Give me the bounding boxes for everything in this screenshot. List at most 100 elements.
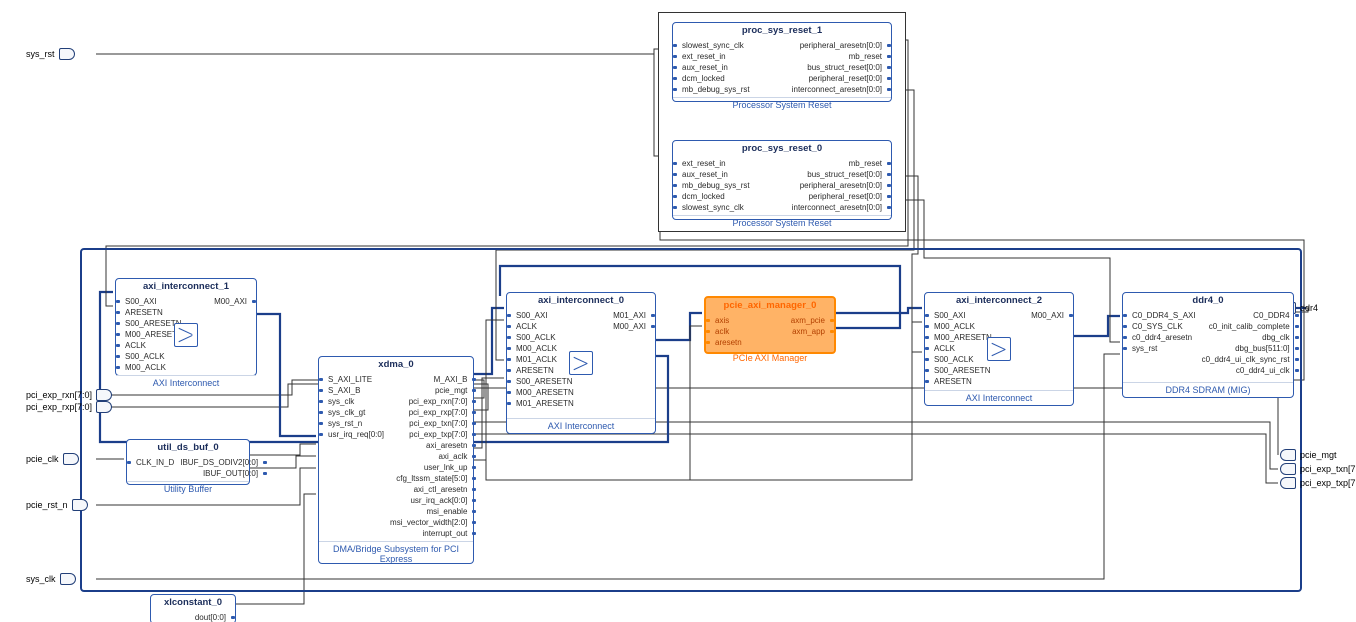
pin-in[interactable]: M01_ACLK <box>510 354 578 365</box>
pin-in[interactable]: ARESETN <box>510 365 578 376</box>
pin-in[interactable]: sys_rst_n <box>322 418 384 429</box>
pin-out[interactable]: M00_AXI <box>1031 310 1070 321</box>
pin-in[interactable]: dcm_locked <box>676 73 779 84</box>
pin-in[interactable]: S00_AXI <box>510 310 578 321</box>
pin-out[interactable]: user_lnk_up <box>424 462 474 473</box>
block-axi-interconnect-0[interactable]: axi_interconnect_0S00_AXIACLKS00_ACLKM00… <box>506 292 656 434</box>
pin-in[interactable]: ACLK <box>928 343 996 354</box>
pin-out[interactable]: bus_struct_reset[0:0] <box>807 62 888 73</box>
pin-out[interactable]: C0_DDR4 <box>1253 310 1295 321</box>
port-pci_exp_txn70[interactable]: pci_exp_txn[7:0] <box>1280 463 1356 475</box>
pin-in[interactable]: S00_AXI <box>928 310 996 321</box>
pin-in[interactable]: slowest_sync_clk <box>676 40 779 51</box>
pin-in[interactable]: sys_clk <box>322 396 384 407</box>
block-ddr4-0[interactable]: ddr4_0C0_DDR4_S_AXIC0_SYS_CLKc0_ddr4_are… <box>1122 292 1294 398</box>
pin-in[interactable]: aux_reset_in <box>676 62 779 73</box>
pin-in[interactable]: M00_ACLK <box>510 343 578 354</box>
pin-out[interactable]: M01_AXI <box>613 310 652 321</box>
pin-in[interactable]: ARESETN <box>119 307 183 318</box>
pin-in[interactable]: M00_ARESETN <box>510 387 578 398</box>
pin-out[interactable]: axm_pcie <box>791 315 831 326</box>
pin-in[interactable]: aux_reset_in <box>676 169 779 180</box>
port-pci_exp_rxp70[interactable]: pci_exp_rxp[7:0] <box>26 401 112 413</box>
pin-in[interactable]: S00_ARESETN <box>510 376 578 387</box>
pin-out[interactable]: peripheral_aresetn[0:0] <box>800 40 888 51</box>
pin-out[interactable]: M_AXI_B <box>434 374 474 385</box>
pin-out[interactable]: msi_vector_width[2:0] <box>390 517 473 528</box>
port-pci_exp_txp70[interactable]: pci_exp_txp[7:0] <box>1280 477 1356 489</box>
pin-in[interactable]: C0_SYS_CLK <box>1126 321 1196 332</box>
pin-out[interactable]: IBUF_DS_ODIV2[0:0] <box>180 457 264 468</box>
pin-out[interactable]: peripheral_aresetn[0:0] <box>800 180 888 191</box>
pin-out[interactable]: peripheral_reset[0:0] <box>809 191 888 202</box>
pin-out[interactable]: interconnect_aresetn[0:0] <box>792 84 888 95</box>
pin-out[interactable]: c0_init_calib_complete <box>1209 321 1296 332</box>
pin-in[interactable]: M00_ACLK <box>119 362 183 373</box>
pin-in[interactable]: S_AXI_LITE <box>322 374 384 385</box>
pin-out[interactable]: c0_ddr4_ui_clk_sync_rst <box>1202 354 1296 365</box>
pin-in[interactable]: slowest_sync_clk <box>676 202 779 213</box>
pin-in[interactable]: S_AXI_B <box>322 385 384 396</box>
pin-in[interactable]: ARESETN <box>928 376 996 387</box>
pin-in[interactable]: S00_ACLK <box>510 332 578 343</box>
pin-out[interactable]: c0_ddr4_ui_clk <box>1236 365 1296 376</box>
pin-in[interactable]: ACLK <box>510 321 578 332</box>
block-axi-interconnect-1[interactable]: axi_interconnect_1S00_AXIARESETNS00_ARES… <box>115 278 257 376</box>
pin-in[interactable]: sys_clk_gt <box>322 407 384 418</box>
pin-in[interactable]: M01_ARESETN <box>510 398 578 409</box>
pin-in[interactable]: S00_ARESETN <box>928 365 996 376</box>
pin-in[interactable]: aclk <box>709 326 767 337</box>
pin-out[interactable]: pci_exp_txp[7:0] <box>409 429 473 440</box>
pin-in[interactable]: M00_ARESETN <box>928 332 996 343</box>
pin-out[interactable]: mb_reset <box>849 158 888 169</box>
pin-in[interactable]: dcm_locked <box>676 191 779 202</box>
pin-out[interactable]: axi_ctl_aresetn <box>414 484 474 495</box>
pin-in[interactable]: M00_ACLK <box>928 321 996 332</box>
pin-out[interactable]: axi_aresetn <box>426 440 473 451</box>
pin-in[interactable]: sys_rst <box>1126 343 1196 354</box>
pin-out[interactable]: pci_exp_rxn[7:0] <box>409 396 474 407</box>
pin-in[interactable]: ext_reset_in <box>676 51 779 62</box>
pin-out[interactable]: bus_struct_reset[0:0] <box>807 169 888 180</box>
block-util-ds-buf-0[interactable]: util_ds_buf_0CLK_IN_DIBUF_DS_ODIV2[0:0]I… <box>126 439 250 485</box>
pin-out[interactable]: axm_app <box>792 326 831 337</box>
pin-out[interactable]: IBUF_OUT[0:0] <box>203 468 264 479</box>
pin-in[interactable]: aresetn <box>709 337 767 348</box>
pin-out[interactable]: dbg_clk <box>1262 332 1296 343</box>
block-axi-interconnect-2[interactable]: axi_interconnect_2S00_AXIM00_ACLKM00_ARE… <box>924 292 1074 406</box>
pin-in[interactable]: S00_AXI <box>119 296 183 307</box>
pin-in[interactable]: CLK_IN_D <box>130 457 174 468</box>
pin-out[interactable]: usr_irq_ack[0:0] <box>410 495 473 506</box>
pin-in[interactable]: mb_debug_sys_rst <box>676 84 779 95</box>
pin-in[interactable]: ext_reset_in <box>676 158 779 169</box>
pin-out[interactable]: interconnect_aresetn[0:0] <box>792 202 888 213</box>
pin-out[interactable]: dout[0:0] <box>195 612 232 622</box>
block-proc-sys-reset-0[interactable]: proc_sys_reset_0ext_reset_inaux_reset_in… <box>672 140 892 220</box>
pin-in[interactable]: axis <box>709 315 767 326</box>
pin-in[interactable]: S00_ACLK <box>928 354 996 365</box>
pin-out[interactable]: M00_AXI <box>214 296 253 307</box>
block-proc-sys-reset-1[interactable]: proc_sys_reset_1slowest_sync_clkext_rese… <box>672 22 892 102</box>
pin-out[interactable]: msi_enable <box>426 506 473 517</box>
pin-in[interactable]: mb_debug_sys_rst <box>676 180 779 191</box>
pin-in[interactable]: c0_ddr4_aresetn <box>1126 332 1196 343</box>
port-sys_clk[interactable]: sys_clk <box>26 573 76 585</box>
pin-out[interactable]: interrupt_out <box>422 528 473 539</box>
port-pcie_clk[interactable]: pcie_clk <box>26 453 79 465</box>
pin-in[interactable]: usr_irq_req[0:0] <box>322 429 384 440</box>
pin-out[interactable]: pci_exp_rxp[7:0] <box>409 407 474 418</box>
pin-in[interactable]: C0_DDR4_S_AXI <box>1126 310 1196 321</box>
port-pci_exp_rxn70[interactable]: pci_exp_rxn[7:0] <box>26 389 112 401</box>
pin-out[interactable]: M00_AXI <box>613 321 652 332</box>
pin-out[interactable]: pcie_mgt <box>435 385 473 396</box>
pin-out[interactable]: mb_reset <box>849 51 888 62</box>
block-pcie-axi-manager-0[interactable]: pcie_axi_manager_0axisaclkaresetnaxm_pci… <box>704 296 836 354</box>
port-pcie_mgt[interactable]: pcie_mgt <box>1280 449 1337 461</box>
pin-in[interactable]: S00_ACLK <box>119 351 183 362</box>
pin-out[interactable]: dbg_bus[511:0] <box>1235 343 1296 354</box>
pin-out[interactable]: peripheral_reset[0:0] <box>809 73 888 84</box>
pin-out[interactable]: pci_exp_txn[7:0] <box>409 418 473 429</box>
block-xlconstant-0[interactable]: xlconstant_0dout[0:0]Constant <box>150 594 236 622</box>
pin-out[interactable]: axi_aclk <box>439 451 474 462</box>
port-pcie_rst_n[interactable]: pcie_rst_n <box>26 499 88 511</box>
